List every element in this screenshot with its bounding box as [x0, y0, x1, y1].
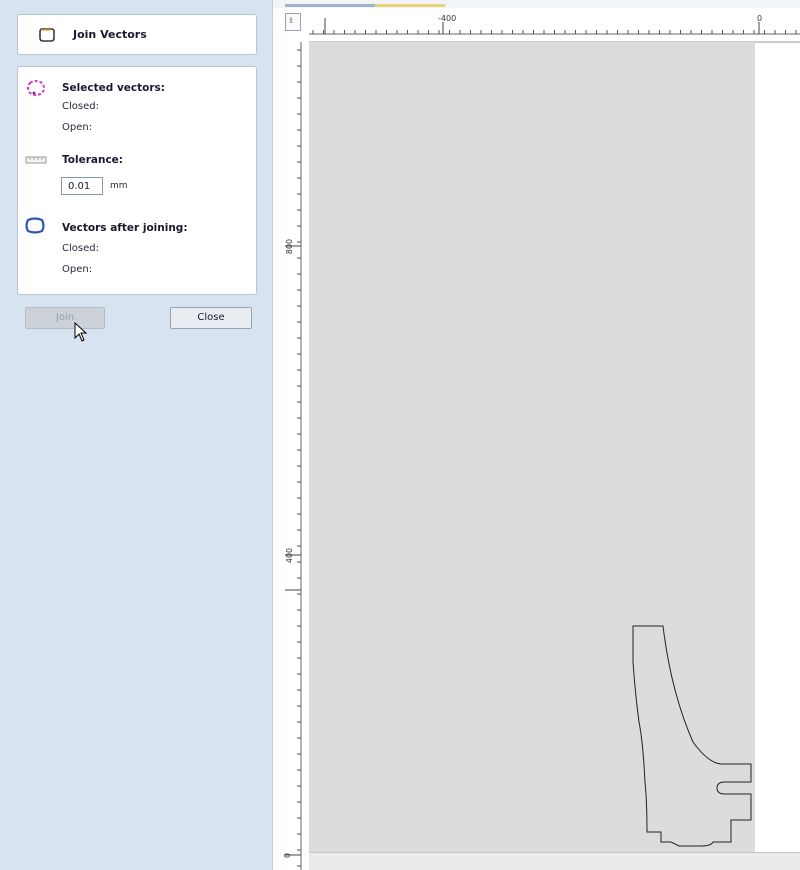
h-ruler-label-minus400: -400 — [438, 14, 457, 23]
selected-vectors-icon — [27, 80, 45, 96]
join-vectors-panel: Join Vectors Selected vectors: Closed: O… — [0, 0, 273, 870]
material-workspace[interactable] — [309, 42, 755, 852]
v-ruler-label-400: 400 — [285, 547, 295, 564]
join-vectors-icon — [39, 28, 55, 42]
ruler-icon — [25, 156, 47, 164]
vector-drawing — [632, 625, 752, 847]
mouse-cursor-icon — [74, 322, 88, 342]
selected-vectors-heading: Selected vectors: — [62, 82, 165, 94]
joined-vectors-icon — [25, 217, 45, 234]
tolerance-unit: mm — [110, 181, 128, 191]
join-button[interactable]: Join — [25, 307, 105, 329]
after-joining-heading: Vectors after joining: — [62, 222, 188, 234]
tolerance-heading: Tolerance: — [62, 154, 123, 166]
vector-info-card: Selected vectors: Closed: Open: Toleranc… — [17, 66, 257, 295]
vector-shape — [632, 625, 752, 847]
close-button[interactable]: Close — [170, 307, 252, 329]
horizontal-scrollbar[interactable] — [309, 852, 800, 870]
selected-open-label: Open: — [62, 122, 93, 133]
v-ruler-label-800: 800 — [285, 238, 295, 255]
panel-title: Join Vectors — [73, 28, 147, 41]
horizontal-ruler-ticks — [312, 30, 797, 34]
vertical-ruler-ticks — [297, 49, 301, 867]
tolerance-input[interactable] — [61, 177, 103, 195]
h-ruler-label-0: 0 — [757, 14, 763, 23]
selected-closed-label: Closed: — [62, 101, 99, 112]
after-open-label: Open: — [62, 264, 93, 275]
after-closed-label: Closed: — [62, 243, 99, 254]
v-ruler-label-0: 0 — [283, 852, 293, 859]
drawing-area[interactable]: ⁞⁞ -400 0 800 400 0 — [273, 0, 800, 870]
app-window: Join Vectors Selected vectors: Closed: O… — [0, 0, 800, 870]
panel-header: Join Vectors — [17, 14, 257, 55]
